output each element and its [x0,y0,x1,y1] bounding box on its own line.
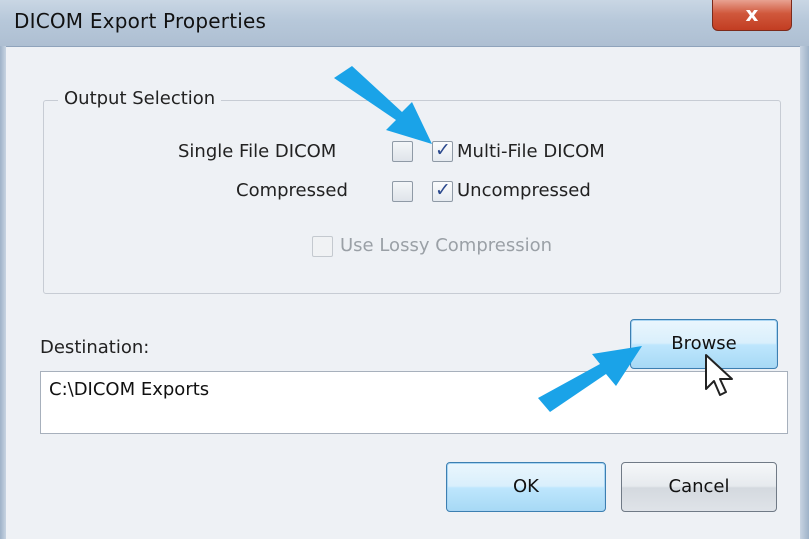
annotation-arrow-icon [334,66,432,144]
multi-file-dicom-label: Multi-File DICOM [457,141,605,162]
use-lossy-compression-label: Use Lossy Compression [340,235,553,256]
browse-button-label: Browse [671,333,737,354]
destination-field[interactable]: C:\DICOM Exports [40,371,788,434]
window-frame-left [0,46,6,539]
use-lossy-compression-checkbox[interactable] [312,236,333,257]
uncompressed-label: Uncompressed [457,180,591,201]
single-file-dicom-label: Single File DICOM [178,141,337,162]
compressed-checkbox[interactable] [392,181,413,202]
cancel-button-label: Cancel [668,476,730,497]
close-icon: x [745,2,759,26]
check-icon: ✓ [435,179,451,201]
window-frame-right [800,46,809,539]
window-title: DICOM Export Properties [14,9,267,33]
close-button[interactable]: x [712,0,792,31]
destination-value: C:\DICOM Exports [49,379,210,400]
mouse-pointer-icon [705,354,733,396]
ok-button-label: OK [513,476,539,497]
annotation-arrow-icon [538,346,642,412]
compressed-label: Compressed [236,180,348,201]
uncompressed-checkbox[interactable]: ✓ [432,179,453,202]
title-bar[interactable]: DICOM Export Properties [0,0,809,47]
dialog-window: DICOM Export Properties x Output Selecti… [0,0,809,539]
cancel-button[interactable]: Cancel [621,462,777,512]
output-selection-label: Output Selection [58,88,222,109]
ok-button[interactable]: OK [446,462,606,512]
destination-label: Destination: [40,337,150,358]
